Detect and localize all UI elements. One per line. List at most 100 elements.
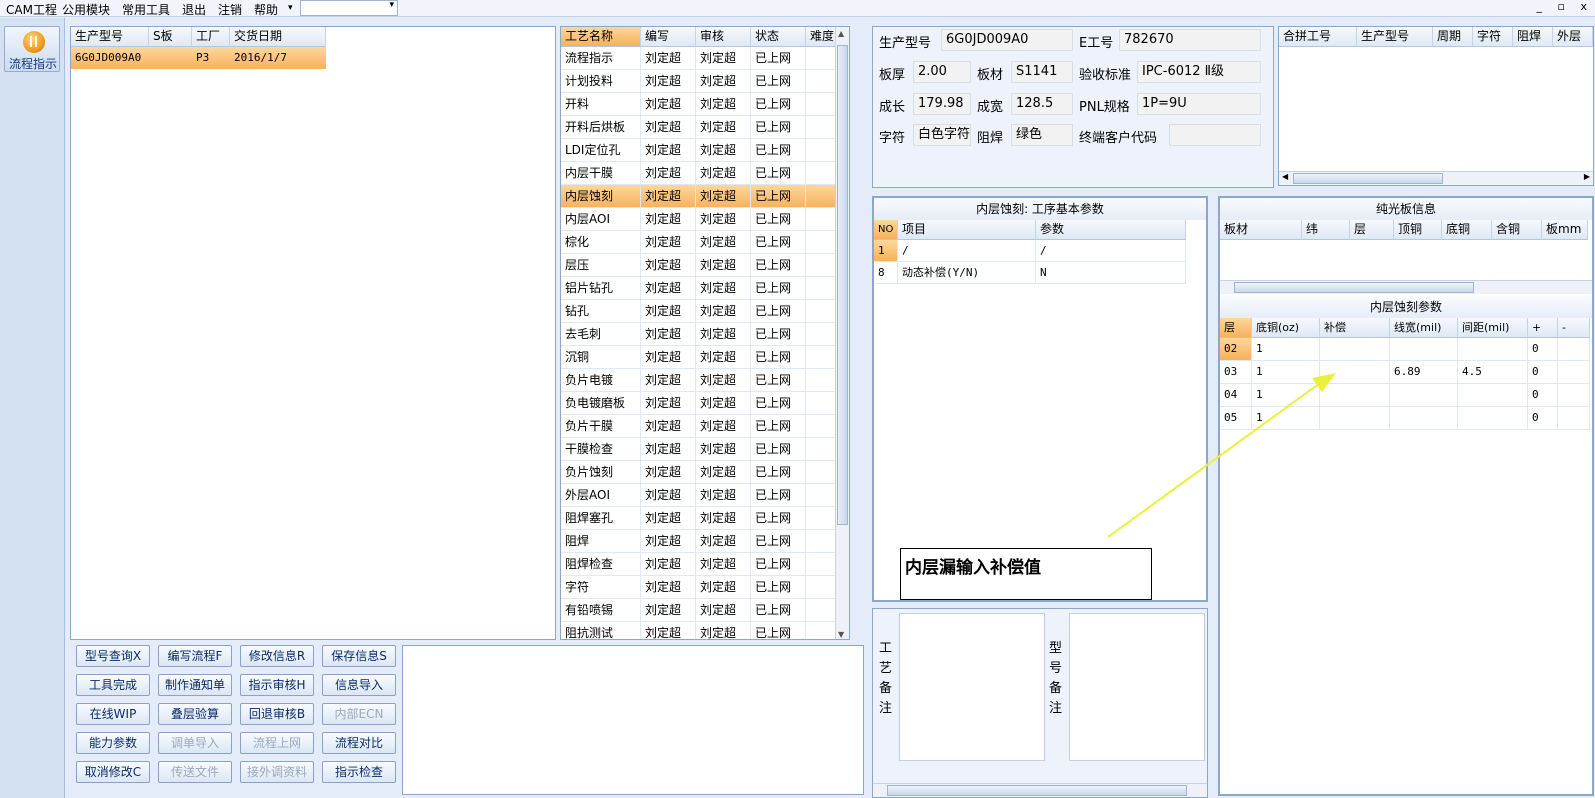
table-row[interactable]: 开料 刘定超 刘定超 已上网 [561, 93, 836, 116]
etch-params-cell[interactable] [1320, 384, 1390, 407]
menu-public[interactable]: 公用模块 [62, 1, 110, 18]
action-button[interactable]: 保存信息S [322, 645, 396, 667]
action-button[interactable]: 制作通知单 [158, 674, 232, 696]
eno-field[interactable]: 782670 [1119, 29, 1261, 51]
action-button[interactable]: 取消修改C [76, 761, 150, 783]
etch-params-cell[interactable]: 1 [1252, 407, 1320, 430]
proc-header-reviewer[interactable]: 审核 [696, 27, 751, 47]
table-row[interactable]: 阻焊塞孔 刘定超 刘定超 已上网 [561, 507, 836, 530]
basic-params-header[interactable]: NO [874, 220, 898, 240]
action-button[interactable]: 指示检查 [322, 761, 396, 783]
table-row[interactable]: 开料后烘板 刘定超 刘定超 已上网 [561, 116, 836, 139]
etch-params-cell[interactable]: 0 [1528, 384, 1558, 407]
table-row[interactable]: LDI定位孔 刘定超 刘定超 已上网 [561, 139, 836, 162]
etch-params-header[interactable]: 底铜(oz) [1252, 318, 1320, 338]
menu-logout[interactable]: 注销 [218, 1, 242, 18]
plain-board-header[interactable]: 板材 [1220, 220, 1302, 240]
etch-params-cell[interactable] [1390, 338, 1458, 361]
menu-help-dropdown-icon[interactable]: ▾ [288, 3, 293, 13]
etch-params-cell[interactable] [1320, 361, 1390, 384]
soldermask-field[interactable]: 绿色 [1011, 124, 1073, 146]
table-row[interactable]: 字符 刘定超 刘定超 已上网 [561, 576, 836, 599]
action-button[interactable]: 工具完成 [76, 674, 150, 696]
etch-params-cell[interactable]: 1 [1252, 361, 1320, 384]
process-scrollbar[interactable]: ▲ ▼ [835, 27, 849, 639]
table-row[interactable]: 棕化 刘定超 刘定超 已上网 [561, 231, 836, 254]
etch-params-cell[interactable]: 0 [1528, 407, 1558, 430]
model-field[interactable]: 6G0JD009A0 [941, 29, 1073, 51]
action-button[interactable]: 能力参数 [76, 732, 150, 754]
menu-exit[interactable]: 退出 [182, 1, 206, 18]
scroll-thumb[interactable] [837, 45, 848, 525]
etch-params-cell[interactable] [1558, 338, 1590, 361]
remarks-hscroll[interactable] [873, 783, 1207, 797]
etch-params-cell[interactable] [1320, 407, 1390, 430]
plain-board-header[interactable]: 板mm [1542, 220, 1588, 240]
plain-board-header[interactable]: 纬 [1302, 220, 1350, 240]
table-row[interactable]: 6G0JD009A0 P3 2016/1/7 [71, 47, 326, 69]
plain-board-header[interactable]: 底铜 [1442, 220, 1492, 240]
scroll-left-icon[interactable]: ◀ [1282, 172, 1288, 181]
table-row[interactable]: 内层蚀刻 刘定超 刘定超 已上网 [561, 185, 836, 208]
etch-params-cell[interactable]: 1 [1252, 384, 1320, 407]
table-row[interactable]: 干膜检查 刘定超 刘定超 已上网 [561, 438, 836, 461]
table-row[interactable]: 去毛刺 刘定超 刘定超 已上网 [561, 323, 836, 346]
etch-params-cell[interactable] [1558, 384, 1590, 407]
merge-header[interactable]: 字符 [1473, 27, 1513, 47]
merge-header[interactable]: 周期 [1433, 27, 1473, 47]
table-row[interactable]: 层压 刘定超 刘定超 已上网 [561, 254, 836, 277]
table-row[interactable]: 内层干膜 刘定超 刘定超 已上网 [561, 162, 836, 185]
table-row[interactable]: 铝片钻孔 刘定超 刘定超 已上网 [561, 277, 836, 300]
etch-params-cell[interactable] [1390, 407, 1458, 430]
width-field[interactable]: 128.5 [1011, 93, 1073, 115]
action-button[interactable]: 修改信息R [240, 645, 314, 667]
pnl-field[interactable]: 1P=9U [1137, 93, 1261, 115]
etch-params-cell[interactable] [1458, 338, 1528, 361]
menu-cam[interactable]: CAM工程 [6, 1, 57, 18]
etch-params-header[interactable]: 补偿 [1320, 318, 1390, 338]
basic-params-header[interactable]: 参数 [1036, 220, 1186, 240]
plain-board-hscroll[interactable] [1220, 280, 1592, 294]
action-button[interactable]: 调单导入 [158, 732, 232, 754]
model-remark-field[interactable] [1069, 613, 1205, 761]
table-row[interactable]: 流程指示 刘定超 刘定超 已上网 [561, 47, 836, 70]
merge-header[interactable]: 外层 [1553, 27, 1593, 47]
action-button[interactable]: 传送文件 [158, 761, 232, 783]
merge-hscroll[interactable]: ◀ ▶ [1279, 171, 1593, 185]
process-remark-field[interactable] [899, 613, 1045, 761]
table-row[interactable]: 阻焊检查 刘定超 刘定超 已上网 [561, 553, 836, 576]
proc-header-writer[interactable]: 编写 [641, 27, 696, 47]
scroll-thumb[interactable] [887, 785, 1187, 796]
table-row[interactable]: 沉铜 刘定超 刘定超 已上网 [561, 346, 836, 369]
merge-header[interactable]: 阻焊 [1513, 27, 1553, 47]
basic-params-header[interactable]: 项目 [898, 220, 1036, 240]
etch-params-cell[interactable]: 6.89 [1390, 361, 1458, 384]
action-button[interactable]: 叠层验算 [158, 703, 232, 725]
table-row[interactable]: 外层AOI 刘定超 刘定超 已上网 [561, 484, 836, 507]
menu-combo-box[interactable]: ▾ [300, 0, 398, 16]
character-field[interactable]: 白色字符 [913, 124, 971, 146]
table-row[interactable]: 计划投料 刘定超 刘定超 已上网 [561, 70, 836, 93]
scroll-thumb[interactable] [1293, 173, 1443, 184]
action-button[interactable]: 回退审核B [240, 703, 314, 725]
standard-field[interactable]: IPC-6012 Ⅱ级 [1137, 61, 1261, 83]
plain-board-header[interactable]: 层 [1350, 220, 1394, 240]
plain-board-header[interactable]: 含铜 [1492, 220, 1542, 240]
etch-params-cell[interactable] [1458, 407, 1528, 430]
material-field[interactable]: S1141 [1011, 61, 1073, 83]
proc-header-status[interactable]: 状态 [751, 27, 806, 47]
etch-params-cell[interactable] [1320, 338, 1390, 361]
merge-header[interactable]: 合拼工号 [1279, 27, 1357, 47]
window-controls[interactable]: _ ▫ x [1537, 0, 1593, 13]
thickness-field[interactable]: 2.00 [913, 61, 971, 83]
flow-instruction-button[interactable]: 流程指示 [4, 26, 60, 72]
action-button[interactable]: 接外调资料 [240, 761, 314, 783]
action-button[interactable]: 指示审核H [240, 674, 314, 696]
etch-params-cell[interactable]: 4.5 [1458, 361, 1528, 384]
etch-params-cell[interactable] [1558, 361, 1590, 384]
menu-tools[interactable]: 常用工具 [122, 1, 170, 18]
action-button[interactable]: 流程对比 [322, 732, 396, 754]
log-text-area[interactable] [402, 645, 864, 795]
etch-params-cell[interactable] [1558, 407, 1590, 430]
job-header-delivery[interactable]: 交货日期 [230, 27, 326, 47]
